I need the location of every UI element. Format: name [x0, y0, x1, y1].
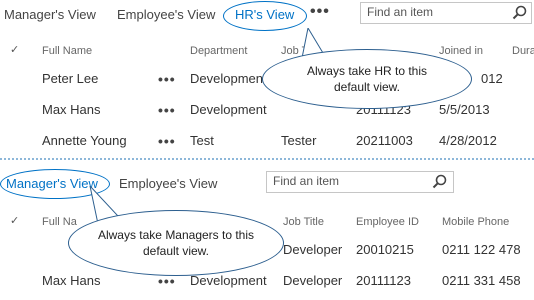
cell-full-name: Max Hans — [42, 102, 101, 117]
cell-full-name: Peter Lee — [42, 71, 99, 86]
row-more-button[interactable]: ••• — [158, 71, 176, 87]
select-all-checkmark[interactable]: ✓ — [10, 214, 19, 227]
column-header-job-title[interactable]: Job Title — [283, 216, 324, 228]
column-header-full-name[interactable]: Full Na — [42, 216, 77, 228]
search-input[interactable] — [367, 4, 497, 20]
cell-joined-in: 012 — [481, 71, 503, 86]
cell-department: Test — [190, 133, 214, 148]
search-input[interactable] — [273, 173, 403, 189]
cell-department: Development — [190, 71, 267, 86]
managers-default-view-callout: Always take Managers to this default vie… — [68, 210, 284, 276]
tab-employees-view[interactable]: Employee's View — [119, 175, 217, 193]
search-icon[interactable] — [511, 4, 529, 22]
active-view-highlight — [223, 1, 307, 31]
callout-text: Always take HR to this default view. — [306, 64, 428, 94]
cell-department: Development — [190, 102, 267, 117]
hr-default-view-callout: Always take HR to this default view. — [262, 49, 472, 109]
cell-mobile-phone: 0211 331 458 — [442, 273, 521, 288]
column-header-department[interactable]: Department — [190, 45, 247, 57]
cell-joined-in: 4/28/2012 — [439, 133, 497, 148]
more-views-button[interactable]: ••• — [310, 3, 330, 21]
cell-job-title: Developer — [283, 273, 343, 288]
column-header-duration[interactable]: Dura — [512, 45, 534, 57]
column-header-employee-id[interactable]: Employee ID — [356, 216, 419, 228]
search-box — [360, 2, 532, 24]
cell-employee-id: 20211003 — [356, 133, 413, 148]
cell-full-name: Max Hans — [42, 273, 101, 288]
cell-full-name: Annette Young — [42, 133, 127, 148]
search-icon[interactable] — [431, 173, 449, 191]
column-header-full-name[interactable]: Full Name — [42, 45, 92, 57]
cell-employee-id: 20010215 — [356, 242, 414, 257]
cell-employee-id: 20111123 — [356, 273, 411, 288]
cell-department: Development — [190, 273, 267, 288]
cell-job-title: Tester — [281, 133, 317, 148]
tab-employees-view[interactable]: Employee's View — [117, 6, 215, 24]
cell-mobile-phone: 0211 122 478 — [442, 242, 521, 257]
column-header-joined-in[interactable]: Joined in — [439, 45, 483, 57]
row-more-button[interactable]: ••• — [158, 102, 176, 118]
callout-text: Always take Managers to this default vie… — [97, 228, 255, 258]
row-more-button[interactable]: ••• — [158, 133, 176, 149]
tab-managers-view[interactable]: Manager's View — [4, 6, 96, 24]
hr-view-panel: Manager's View Employee's View HR's View… — [0, 0, 534, 158]
select-all-checkmark[interactable]: ✓ — [10, 43, 19, 56]
search-box — [266, 171, 454, 193]
managers-view-panel: Manager's View Employee's View ✓ Full Na… — [0, 162, 534, 300]
column-header-mobile-phone[interactable]: Mobile Phone — [442, 216, 509, 228]
section-divider — [0, 158, 534, 160]
cell-job-title: Developer — [283, 242, 343, 257]
cell-joined-in: 5/5/2013 — [439, 102, 490, 117]
